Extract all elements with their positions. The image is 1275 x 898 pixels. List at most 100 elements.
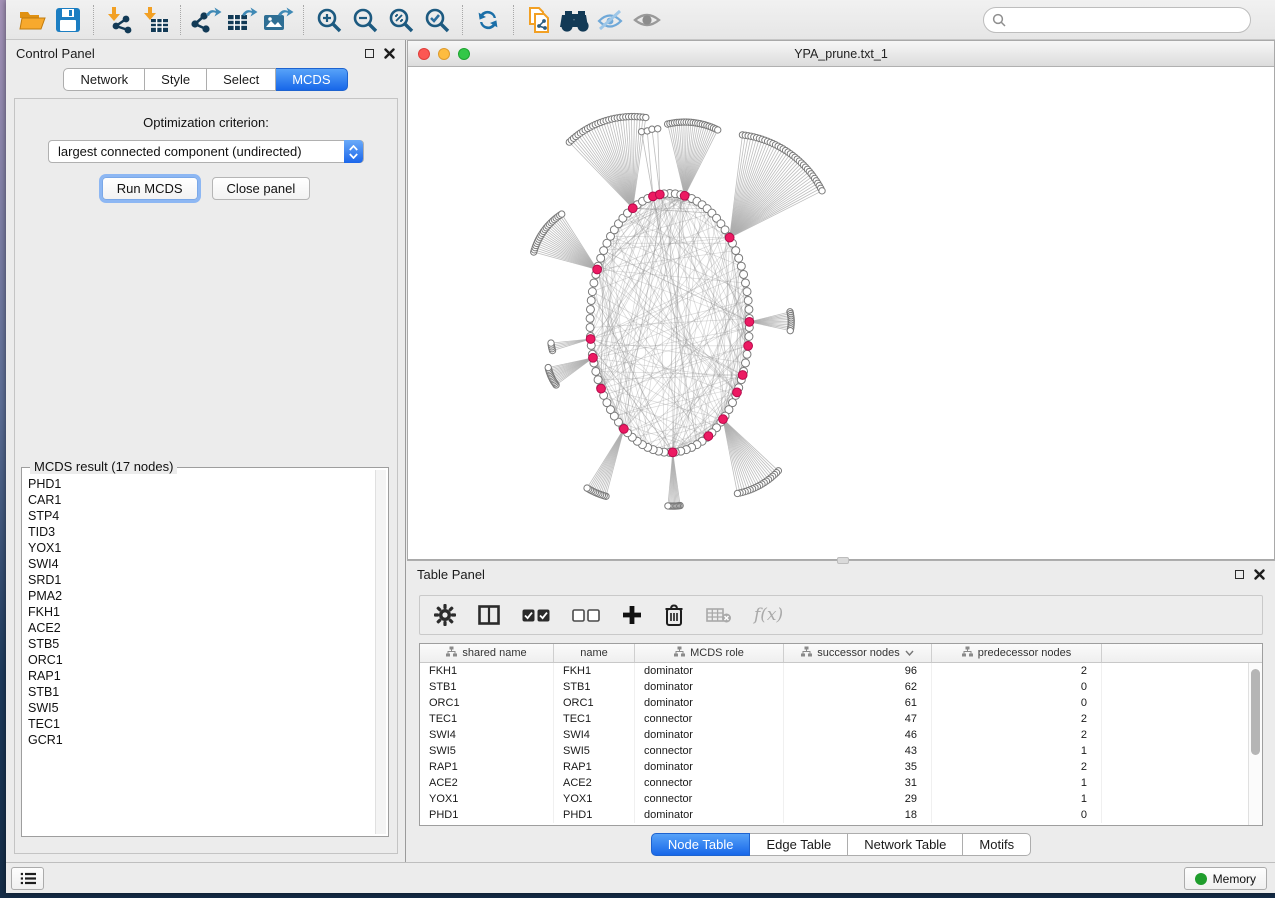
trash-icon [664, 604, 684, 626]
export-network-icon [190, 6, 222, 34]
tab-network-table[interactable]: Network Table [848, 833, 963, 856]
search-network-button[interactable] [557, 3, 593, 37]
table-cell: FKH1 [554, 663, 635, 679]
mcds-result-item[interactable]: SWI4 [24, 556, 374, 572]
deselect-all-columns-button[interactable] [572, 600, 600, 630]
table-row[interactable]: SWI5SWI5connector431 [420, 743, 1248, 759]
zoom-selected-button[interactable] [419, 3, 455, 37]
close-panel-icon[interactable] [384, 48, 395, 59]
optimization-criterion-select[interactable]: largest connected component (undirected) [48, 140, 364, 163]
table-row[interactable]: FKH1FKH1dominator962 [420, 663, 1248, 679]
import-network-icon [104, 6, 134, 34]
mcds-result-item[interactable]: ACE2 [24, 620, 374, 636]
open-session-button[interactable] [14, 3, 50, 37]
new-network-from-selection-button[interactable] [521, 3, 557, 37]
table-cell: 43 [784, 743, 932, 759]
show-column-button[interactable] [478, 600, 500, 630]
export-table-button[interactable] [224, 3, 260, 37]
column-header-name[interactable]: name [554, 644, 635, 662]
mcds-result-title: MCDS result (17 nodes) [30, 459, 177, 474]
column-header-predecessor-nodes[interactable]: predecessor nodes [932, 644, 1102, 662]
import-table-button[interactable] [137, 3, 173, 37]
tab-style[interactable]: Style [145, 68, 207, 91]
tab-edge-table[interactable]: Edge Table [750, 833, 848, 856]
table-scrollbar-thumb[interactable] [1251, 669, 1260, 755]
float-panel-icon[interactable] [365, 49, 374, 58]
mcds-result-item[interactable]: SWI5 [24, 700, 374, 716]
table-row[interactable]: PHD1PHD1dominator180 [420, 807, 1248, 823]
float-panel-icon[interactable] [1235, 570, 1244, 579]
mcds-result-item[interactable]: ORC1 [24, 652, 374, 668]
delete-column-button[interactable] [664, 600, 684, 630]
close-panel-button[interactable]: Close panel [212, 177, 311, 200]
select-all-columns-button[interactable] [522, 600, 550, 630]
table-row[interactable]: STB1STB1dominator620 [420, 679, 1248, 695]
zoom-in-button[interactable] [311, 3, 347, 37]
memory-status-dot [1195, 873, 1207, 885]
column-header-MCDS-role[interactable]: MCDS role [635, 644, 784, 662]
mcds-result-item[interactable]: FKH1 [24, 604, 374, 620]
task-history-button[interactable] [11, 867, 44, 890]
save-session-button[interactable] [50, 3, 86, 37]
column-header-successor-nodes[interactable]: successor nodes [784, 644, 932, 662]
table-row[interactable]: SWI4SWI4dominator462 [420, 727, 1248, 743]
export-image-button[interactable] [260, 3, 296, 37]
zoom-fit-button[interactable] [383, 3, 419, 37]
panel-splitter-handle[interactable] [837, 557, 849, 564]
mcds-result-item[interactable]: YOX1 [24, 540, 374, 556]
table-cell: 35 [784, 759, 932, 775]
mcds-result-item[interactable]: GCR1 [24, 732, 374, 748]
table-cell: ORC1 [554, 695, 635, 711]
mcds-result-item[interactable]: PHD1 [24, 476, 374, 492]
run-mcds-button[interactable]: Run MCDS [102, 177, 198, 200]
tab-network[interactable]: Network [63, 68, 145, 91]
tab-motifs[interactable]: Motifs [963, 833, 1031, 856]
mcds-result-item[interactable]: PMA2 [24, 588, 374, 604]
mcds-result-item[interactable]: CAR1 [24, 492, 374, 508]
apply-layout-button[interactable] [470, 3, 506, 37]
app-window: Control Panel NetworkStyleSelectMCDS Opt… [6, 0, 1275, 893]
table-panel-tabs: Node TableEdge TableNetwork TableMotifs [407, 833, 1275, 856]
table-options-button[interactable] [434, 600, 456, 630]
table-row[interactable]: TEC1TEC1connector472 [420, 711, 1248, 727]
zoom-fit-icon [387, 6, 415, 34]
import-network-button[interactable] [101, 3, 137, 37]
hide-selected-button[interactable] [593, 3, 629, 37]
memory-button[interactable]: Memory [1184, 867, 1267, 890]
mcds-result-item[interactable]: STP4 [24, 508, 374, 524]
table-cell: RAP1 [554, 759, 635, 775]
toolbar-separator [513, 5, 514, 35]
table-scrollbar[interactable] [1248, 663, 1262, 825]
tab-node-table[interactable]: Node Table [651, 833, 751, 856]
export-network-button[interactable] [188, 3, 224, 37]
table-cell: YOX1 [420, 791, 554, 807]
table-cell: ACE2 [420, 775, 554, 791]
mcds-result-item[interactable]: TID3 [24, 524, 374, 540]
tab-mcds[interactable]: MCDS [276, 68, 347, 91]
network-canvas[interactable] [408, 67, 1274, 559]
search-input[interactable] [983, 7, 1251, 33]
table-row[interactable]: RAP1RAP1dominator352 [420, 759, 1248, 775]
mcds-result-item[interactable]: STB1 [24, 684, 374, 700]
mcds-result-item[interactable]: SRD1 [24, 572, 374, 588]
table-cell: 2 [932, 711, 1102, 727]
mcds-result-scrollbar[interactable] [375, 470, 386, 834]
table-row[interactable]: ACE2ACE2connector311 [420, 775, 1248, 791]
tab-select[interactable]: Select [207, 68, 276, 91]
mcds-result-item[interactable]: STB5 [24, 636, 374, 652]
mcds-result-item[interactable]: RAP1 [24, 668, 374, 684]
table-cell: dominator [635, 727, 784, 743]
zoom-out-button[interactable] [347, 3, 383, 37]
table-cell: dominator [635, 695, 784, 711]
close-panel-icon[interactable] [1254, 569, 1265, 580]
table-row[interactable]: YOX1YOX1connector291 [420, 791, 1248, 807]
column-header-shared-name[interactable]: shared name [420, 644, 554, 662]
add-column-button[interactable] [622, 600, 642, 630]
delete-table-button[interactable] [706, 600, 732, 630]
mcds-result-item[interactable]: TEC1 [24, 716, 374, 732]
table-panel-title: Table Panel [417, 567, 485, 582]
table-row[interactable]: ORC1ORC1dominator610 [420, 695, 1248, 711]
show-all-button[interactable] [629, 3, 665, 37]
function-builder-button[interactable]: f(x) [754, 600, 783, 630]
table-cell: dominator [635, 679, 784, 695]
